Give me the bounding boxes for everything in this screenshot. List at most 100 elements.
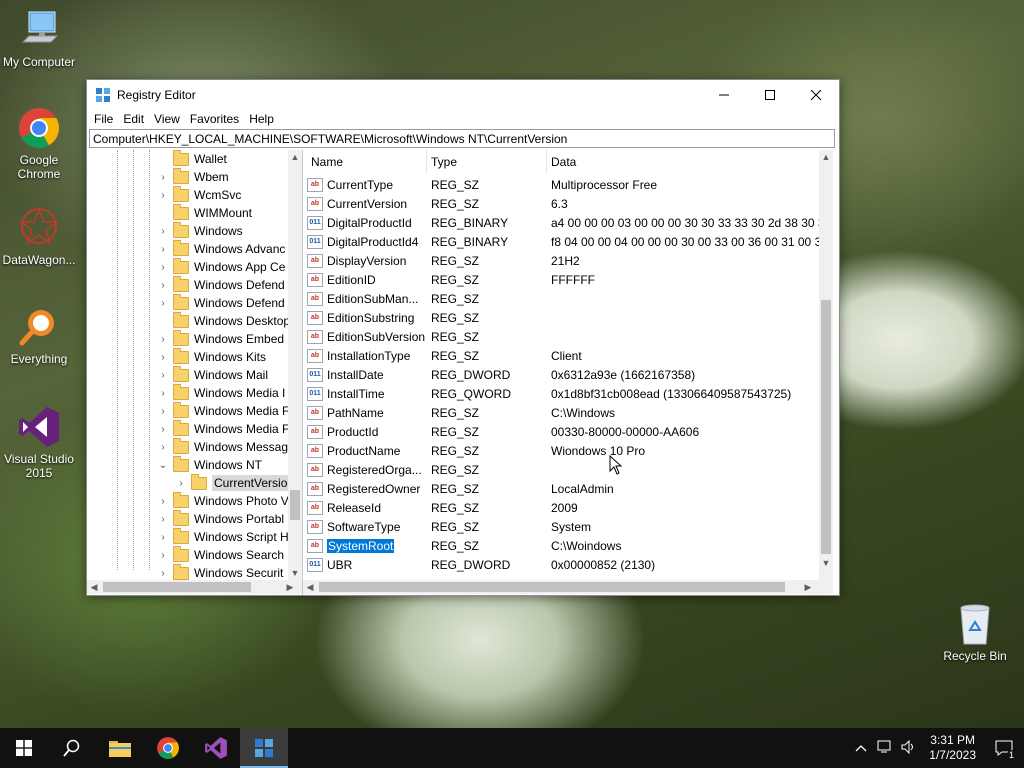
scroll-up-arrow-icon[interactable]: ▲ [288, 150, 302, 164]
table-row[interactable]: ab DisplayVersion REG_SZ 21H2 [307, 251, 819, 270]
network-button[interactable] [873, 740, 897, 757]
values-list-pane[interactable]: Name Type Data ab CurrentType REG_SZ Multip… [303, 150, 839, 595]
table-row[interactable]: 011 InstallDate REG_DWORD 0x6312a93e (16621… [307, 365, 819, 384]
address-bar[interactable]: Computer\HKEY_LOCAL_MACHINE\SOFTWARE\Mic… [89, 129, 835, 148]
menu-file[interactable]: File [89, 112, 118, 126]
chevron-right-icon[interactable]: › [175, 478, 187, 489]
scroll-left-arrow-icon[interactable]: ◀ [87, 580, 101, 594]
taskbar-chrome[interactable] [144, 728, 192, 768]
table-row[interactable]: ab RegisteredOwner REG_SZ LocalAdmin [307, 479, 819, 498]
search-button[interactable] [48, 728, 96, 768]
scroll-up-arrow-icon[interactable]: ▲ [819, 150, 833, 164]
scroll-down-arrow-icon[interactable]: ▼ [819, 556, 833, 570]
tree-item[interactable]: ⌄ Windows NT [157, 455, 262, 474]
tree-item[interactable]: › Windows Media I [157, 383, 285, 402]
chevron-right-icon[interactable]: › [157, 226, 169, 237]
tree-vertical-scrollbar[interactable]: ▲ ▼ [288, 150, 302, 580]
tree-horizontal-scrollbar[interactable]: ◀ ▶ [87, 580, 302, 594]
tree-item[interactable]: › Windows [157, 221, 243, 240]
chevron-right-icon[interactable]: › [157, 298, 169, 309]
scroll-down-arrow-icon[interactable]: ▼ [288, 566, 302, 580]
tree-item[interactable]: › Windows Defend [157, 293, 285, 312]
tree-item[interactable]: › Windows Kits [157, 347, 266, 366]
chevron-right-icon[interactable]: › [157, 172, 169, 183]
desktop-icon-recycle-bin[interactable]: Recycle Bin [936, 602, 1014, 663]
taskbar-file-explorer[interactable] [96, 728, 144, 768]
tree-item[interactable]: › Windows Messag [157, 437, 288, 456]
table-row[interactable]: ab SystemRoot REG_SZ C:\Woindows [307, 536, 819, 555]
list-scroll-thumb[interactable] [821, 300, 831, 554]
desktop-icon-google-chrome[interactable]: Google Chrome [0, 106, 78, 181]
minimize-button[interactable] [701, 80, 747, 109]
tree-item[interactable]: WIMMount [157, 203, 252, 222]
column-header-name[interactable]: Name [307, 150, 427, 174]
chevron-right-icon[interactable]: › [157, 568, 169, 579]
close-button[interactable] [793, 80, 839, 109]
table-row[interactable]: ab RegisteredOrga... REG_SZ [307, 460, 819, 479]
table-row[interactable]: ab EditionID REG_SZ FFFFFF [307, 270, 819, 289]
chevron-right-icon[interactable]: › [157, 388, 169, 399]
table-row[interactable]: ab PathName REG_SZ C:\Windows [307, 403, 819, 422]
tree-item[interactable]: › Windows Photo V [157, 491, 289, 510]
tree-item[interactable]: › Windows Defend [157, 275, 285, 294]
show-hidden-icons-button[interactable] [849, 741, 873, 755]
tree-item[interactable]: › Windows Portabl [157, 509, 284, 528]
table-row[interactable]: ab EditionSubMan... REG_SZ [307, 289, 819, 308]
list-horizontal-scrollbar[interactable]: ◀ ▶ [303, 580, 833, 594]
scroll-right-arrow-icon[interactable]: ▶ [283, 580, 297, 594]
tree-item[interactable]: › Windows Embed [157, 329, 284, 348]
chevron-right-icon[interactable]: › [157, 190, 169, 201]
tree-hscroll-thumb[interactable] [103, 582, 251, 592]
tree-scroll-thumb[interactable] [290, 490, 300, 520]
table-row[interactable]: ab EditionSubstring REG_SZ [307, 308, 819, 327]
table-row[interactable]: ab ProductName REG_SZ Wiondows 10 Pro [307, 441, 819, 460]
chevron-right-icon[interactable]: › [157, 370, 169, 381]
tree-item[interactable]: › WcmSvc [157, 185, 241, 204]
menu-edit[interactable]: Edit [118, 112, 149, 126]
table-row[interactable]: 011 DigitalProductId REG_BINARY a4 00 00 00… [307, 213, 819, 232]
tree-item[interactable]: › Windows App Ce [157, 257, 285, 276]
menu-help[interactable]: Help [244, 112, 279, 126]
chevron-right-icon[interactable]: › [157, 532, 169, 543]
desktop-icon-my-computer[interactable]: My Computer [0, 8, 78, 69]
tree-item[interactable]: › Wbem [157, 167, 229, 186]
chevron-right-icon[interactable]: › [157, 496, 169, 507]
table-row[interactable]: ab SoftwareType REG_SZ System [307, 517, 819, 536]
table-row[interactable]: ab CurrentVersion REG_SZ 6.3 [307, 194, 819, 213]
chevron-right-icon[interactable]: › [157, 550, 169, 561]
chevron-right-icon[interactable]: › [157, 280, 169, 291]
action-center-button[interactable]: 1 [984, 728, 1024, 768]
taskbar-visual-studio[interactable] [192, 728, 240, 768]
chevron-right-icon[interactable]: › [157, 244, 169, 255]
tree-item[interactable]: Wallet [157, 150, 227, 168]
chevron-right-icon[interactable]: › [157, 334, 169, 345]
table-row[interactable]: ab InstallationType REG_SZ Client [307, 346, 819, 365]
chevron-right-icon[interactable]: › [157, 514, 169, 525]
tree-item[interactable]: › Windows Search [157, 545, 284, 564]
desktop-icon-datawagon[interactable]: DataWagon... [0, 206, 78, 267]
table-row[interactable]: ab ReleaseId REG_SZ 2009 [307, 498, 819, 517]
tree-item[interactable]: › CurrentVersion [175, 473, 297, 492]
menu-view[interactable]: View [149, 112, 185, 126]
tree-item[interactable]: › Windows Media F [157, 401, 289, 420]
tree-item[interactable]: › Windows Advanc [157, 239, 285, 258]
table-row[interactable]: 011 DigitalProductId4 REG_BINARY f8 04 00 0… [307, 232, 819, 251]
desktop-icon-visual-studio[interactable]: Visual Studio 2015 [0, 405, 78, 480]
desktop-icon-everything[interactable]: Everything [0, 305, 78, 366]
column-header-type[interactable]: Type [427, 150, 547, 174]
table-row[interactable]: ab EditionSubVersion REG_SZ [307, 327, 819, 346]
volume-button[interactable] [897, 739, 921, 757]
title-bar[interactable]: Registry Editor [87, 80, 839, 109]
table-row[interactable]: ab ProductId REG_SZ 00330-80000-00000-AA606 [307, 422, 819, 441]
taskbar-clock[interactable]: 3:31 PM 1/7/2023 [921, 733, 984, 763]
table-row[interactable]: 011 UBR REG_DWORD 0x00000852 (2130) [307, 555, 819, 574]
key-tree-pane[interactable]: Wallet › Wbem › WcmSvc WIMMount › Windows › Windo… [87, 150, 303, 595]
chevron-right-icon[interactable]: › [157, 406, 169, 417]
chevron-right-icon[interactable]: › [157, 424, 169, 435]
menu-favorites[interactable]: Favorites [185, 112, 244, 126]
table-row[interactable]: 011 InstallTime REG_QWORD 0x1d8bf31cb008ead… [307, 384, 819, 403]
tree-item[interactable]: › Windows Script H [157, 527, 289, 546]
column-header-data[interactable]: Data [547, 150, 817, 174]
chevron-down-icon[interactable]: ⌄ [157, 460, 169, 471]
chevron-right-icon[interactable]: › [157, 442, 169, 453]
